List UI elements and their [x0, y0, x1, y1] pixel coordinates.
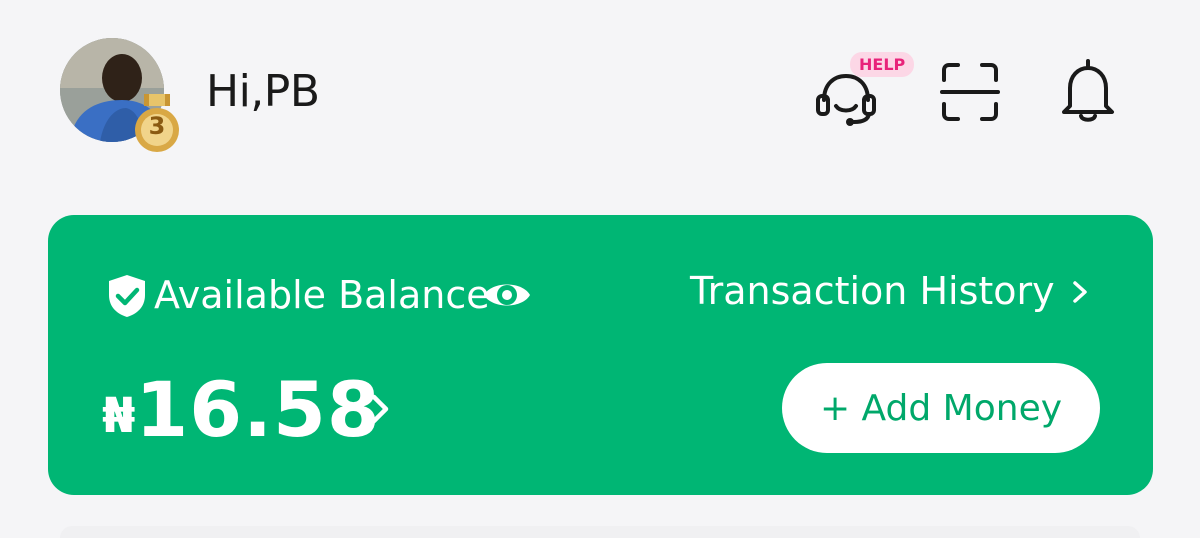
transaction-history-link[interactable]: Transaction History: [690, 269, 1055, 313]
balance-amount[interactable]: ₦16.58: [102, 365, 381, 454]
balance-value: 16.58: [135, 365, 381, 454]
profile-avatar[interactable]: 3: [60, 38, 179, 152]
currency-symbol: ₦: [102, 388, 136, 444]
greeting-text: Hi,PB: [206, 66, 320, 117]
scan-icon: [940, 63, 1000, 121]
available-balance-label: Available Balance: [154, 273, 490, 317]
medal-level: 3: [148, 112, 166, 140]
bell-icon: [1062, 59, 1114, 122]
balance-card: Available Balance Transaction History ₦1…: [48, 215, 1153, 495]
shield-check-icon: [109, 275, 145, 317]
add-money-button[interactable]: + Add Money: [782, 363, 1100, 453]
wallet-home: 3 Hi,PB HELP Available Balance Transacti…: [0, 0, 1200, 538]
eye-icon[interactable]: [482, 275, 532, 315]
medal-badge: 3: [132, 94, 182, 158]
help-badge: HELP: [850, 52, 915, 77]
notifications-button[interactable]: [1058, 58, 1118, 124]
chevron-right-icon[interactable]: [1068, 277, 1092, 307]
help-button[interactable]: HELP: [814, 52, 915, 126]
scan-button[interactable]: [938, 60, 1002, 124]
balance-chevron-icon[interactable]: [366, 389, 394, 429]
next-section-edge: [60, 526, 1140, 538]
